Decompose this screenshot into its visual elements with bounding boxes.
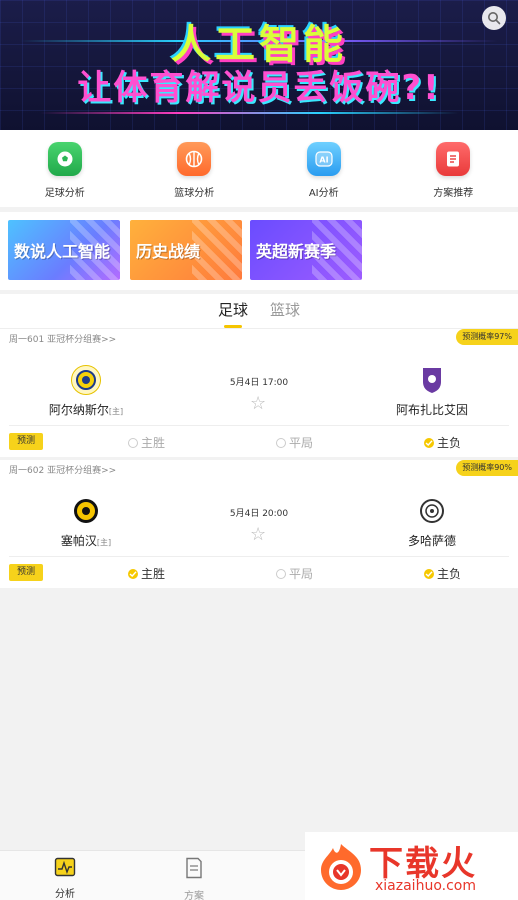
match-card[interactable]: 周一601 亚冠杯分组赛>> 预测概率97% 阿尔纳斯尔[主] 5月4日 17:… [0, 329, 518, 457]
promo-card-history[interactable]: 历史战绩 [130, 220, 242, 280]
search-icon [488, 12, 501, 25]
radio-icon [276, 568, 286, 579]
predict-badge: 预测 [9, 433, 43, 450]
banner-subtitle: 让体育解说员丢饭碗?! [77, 68, 441, 108]
probability-badge: 预测概率97% [456, 329, 518, 345]
tab-football[interactable]: 足球 [218, 294, 248, 328]
document-icon [436, 142, 471, 176]
basketball-icon [177, 142, 212, 176]
team-logo-icon [417, 496, 447, 526]
team-name: 阿尔纳斯尔[主] [48, 403, 124, 417]
match-header: 周一601 亚冠杯分组赛>> [9, 332, 116, 345]
home-tag: [主] [108, 407, 124, 416]
option-draw[interactable]: 平局 [276, 565, 313, 582]
divider [9, 556, 509, 557]
quick-nav: 足球分析 篮球分析 AI AI分析 方案推荐 [0, 130, 518, 207]
promo-card-premier-league[interactable]: 英超新赛季 [250, 220, 362, 280]
promo-title: 英超新赛季 [256, 242, 337, 261]
search-button[interactable] [482, 6, 506, 30]
quicknav-basketball-analysis[interactable]: 篮球分析 [130, 130, 260, 207]
quicknav-plan-recommend[interactable]: 方案推荐 [389, 130, 518, 207]
away-team: 多哈萨德 [362, 496, 502, 549]
check-icon [128, 568, 138, 579]
chart-icon [54, 857, 76, 877]
team-name: 多哈萨德 [407, 534, 456, 548]
promo-card-ai[interactable]: 数说人工智能 [8, 220, 120, 280]
radio-icon [128, 437, 138, 448]
away-team: 阿布扎比艾因 [362, 365, 502, 418]
check-icon [424, 568, 434, 579]
divider [9, 425, 509, 426]
quicknav-football-analysis[interactable]: 足球分析 [0, 130, 130, 207]
option-home-win[interactable]: 主胜 [128, 434, 165, 451]
football-icon [47, 142, 82, 176]
match-header: 周一602 亚冠杯分组赛>> [9, 463, 116, 476]
bottom-nav-label: 方案 [184, 891, 204, 900]
option-home-loss[interactable]: 主负 [424, 434, 461, 451]
quicknav-label: 篮球分析 [174, 188, 215, 199]
promo-row: 数说人工智能 历史战绩 英超新赛季 [0, 212, 518, 290]
bottom-nav-label: 分析 [55, 889, 75, 900]
ai-icon: AI [306, 142, 341, 176]
team-name: 阿布扎比艾因 [395, 403, 468, 417]
match-code: 周一601 [9, 335, 45, 345]
match-code: 周一602 [9, 466, 45, 476]
option-home-win[interactable]: 主胜 [128, 565, 165, 582]
quicknav-label: AI分析 [308, 188, 339, 199]
promo-title: 数说人工智能 [14, 242, 111, 261]
home-team: 塞帕汉[主] [16, 496, 156, 549]
favorite-star-icon[interactable]: ☆ [250, 524, 266, 545]
match-league-link[interactable]: 亚冠杯分组赛>> [47, 335, 116, 345]
match-league-link[interactable]: 亚冠杯分组赛>> [47, 466, 116, 476]
match-card[interactable]: 周一602 亚冠杯分组赛>> 预测概率90% 塞帕汉[主] 5月4日 20:00… [0, 460, 518, 588]
team-name: 塞帕汉[主] [60, 534, 112, 548]
team-logo-icon [417, 365, 447, 395]
hero-banner[interactable]: 人工智能 让体育解说员丢饭碗?! [0, 0, 518, 130]
banner-neon-line [40, 112, 458, 114]
promo-title: 历史战绩 [136, 242, 201, 261]
bottom-nav-plan[interactable]: 方案 [164, 857, 224, 900]
sport-tabs: 足球 篮球 [0, 294, 518, 329]
quicknav-ai-analysis[interactable]: AI AI分析 [259, 130, 389, 207]
svg-text:AI: AI [319, 156, 328, 165]
document-icon [186, 857, 202, 879]
watermark-url: xiazaihuo.com [375, 878, 476, 894]
option-draw[interactable]: 平局 [276, 434, 313, 451]
check-icon [424, 437, 434, 448]
home-tag: [主] [96, 538, 112, 547]
option-home-loss[interactable]: 主负 [424, 565, 461, 582]
tab-basketball[interactable]: 篮球 [270, 294, 300, 328]
fire-logo-icon [321, 844, 361, 890]
home-team: 阿尔纳斯尔[主] [16, 365, 156, 418]
quicknav-label: 足球分析 [44, 188, 85, 199]
probability-badge: 预测概率90% [456, 460, 518, 476]
predict-badge: 预测 [9, 564, 43, 581]
bottom-nav-analysis[interactable]: 分析 [35, 857, 95, 900]
favorite-star-icon[interactable]: ☆ [250, 393, 266, 414]
radio-icon [276, 437, 286, 448]
quicknav-label: 方案推荐 [433, 188, 474, 199]
watermark: 下载火 xiazaihuo.com [305, 832, 518, 900]
